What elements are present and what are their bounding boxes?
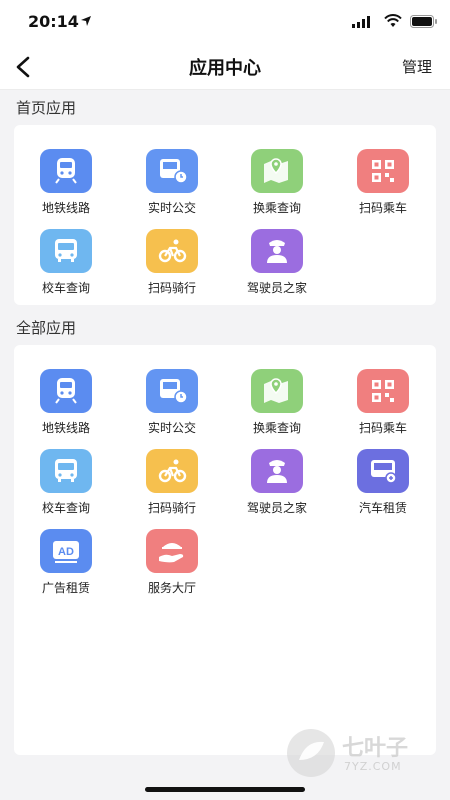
all-app-5[interactable]: 扫码骑行 — [120, 449, 224, 521]
car-rental-icon — [357, 449, 409, 493]
all-app-1[interactable]: 实时公交 — [120, 369, 224, 441]
ad-icon: AD — [40, 529, 92, 573]
service-hand-icon — [146, 529, 198, 573]
bus-clock-icon — [146, 369, 198, 413]
cellular-signal-icon — [352, 16, 370, 28]
all-app-6[interactable]: 驾驶员之家 — [225, 449, 329, 521]
driver-icon — [251, 229, 303, 273]
watermark-sub: 7YZ.COM — [344, 760, 402, 773]
home-app-2[interactable]: 换乘查询 — [225, 149, 329, 221]
qr-code-icon — [357, 369, 409, 413]
watermark-leaf-icon — [287, 729, 335, 777]
school-bus-icon — [40, 229, 92, 273]
subway-icon — [40, 369, 92, 413]
manage-button[interactable]: 管理 — [402, 56, 432, 77]
home-app-5[interactable]: 扫码骑行 — [120, 229, 224, 301]
home-app-1[interactable]: 实时公交 — [120, 149, 224, 221]
bicycle-icon — [146, 229, 198, 273]
all-app-2[interactable]: 换乘查询 — [225, 369, 329, 441]
app-label: 扫码骑行 — [147, 501, 196, 515]
all-app-8[interactable]: AD 广告租赁 — [14, 529, 118, 601]
app-label: 扫码乘车 — [358, 201, 407, 215]
all-app-3[interactable]: 扫码乘车 — [331, 369, 435, 441]
home-app-0[interactable]: 地铁线路 — [14, 149, 118, 221]
watermark: 七叶子 7YZ.COM — [284, 724, 434, 784]
all-app-0[interactable]: 地铁线路 — [14, 369, 118, 441]
app-label: 广告租赁 — [41, 581, 90, 595]
chevron-left-icon — [16, 56, 30, 78]
battery-icon — [410, 15, 437, 28]
status-bar: 20:14 — [0, 0, 450, 44]
school-bus-icon — [40, 449, 92, 493]
all-app-7[interactable]: 汽车租赁 — [331, 449, 435, 521]
app-label: 地铁线路 — [41, 421, 90, 435]
section-title-all: 全部应用 — [16, 319, 77, 337]
app-label: 服务大厅 — [147, 581, 196, 595]
bus-clock-icon — [146, 149, 198, 193]
home-apps-card: 地铁线路 实时公交 换乘查询 扫码乘车校车查询 扫码骑行 驾驶员之家 — [14, 125, 436, 305]
app-label: 地铁线路 — [41, 201, 90, 215]
status-time: 20:14 — [28, 12, 79, 31]
app-label: 扫码骑行 — [147, 281, 196, 295]
qr-code-icon — [357, 149, 409, 193]
app-label: 校车查询 — [41, 501, 90, 515]
location-arrow-icon — [81, 16, 91, 26]
home-indicator — [145, 787, 305, 792]
app-label: 校车查询 — [41, 281, 90, 295]
watermark-text: 七叶子 — [342, 736, 409, 761]
page-title: 应用中心 — [189, 58, 261, 79]
app-label: 换乘查询 — [252, 421, 301, 435]
app-label: 扫码乘车 — [358, 421, 407, 435]
subway-icon — [40, 149, 92, 193]
bicycle-icon — [146, 449, 198, 493]
home-app-4[interactable]: 校车查询 — [14, 229, 118, 301]
home-app-3[interactable]: 扫码乘车 — [331, 149, 435, 221]
home-app-6[interactable]: 驾驶员之家 — [225, 229, 329, 301]
app-label: 驾驶员之家 — [246, 281, 307, 295]
wifi-icon — [384, 14, 402, 27]
section-title-home: 首页应用 — [16, 99, 77, 117]
app-label: 驾驶员之家 — [246, 501, 307, 515]
app-label: 汽车租赁 — [358, 501, 407, 515]
app-label: 实时公交 — [147, 201, 196, 215]
svg-text:AD: AD — [58, 546, 74, 558]
all-apps-card: 地铁线路 实时公交 换乘查询 扫码乘车校车查询 扫码骑行 驾驶员之家 汽车租赁 AD 广告租赁 服… — [14, 345, 436, 755]
all-app-9[interactable]: 服务大厅 — [120, 529, 224, 601]
back-button[interactable] — [8, 52, 38, 82]
nav-bar: 应用中心 管理 — [0, 44, 450, 90]
driver-icon — [251, 449, 303, 493]
map-pin-icon — [251, 369, 303, 413]
map-pin-icon — [251, 149, 303, 193]
app-label: 实时公交 — [147, 421, 196, 435]
app-label: 换乘查询 — [252, 201, 301, 215]
all-app-4[interactable]: 校车查询 — [14, 449, 118, 521]
